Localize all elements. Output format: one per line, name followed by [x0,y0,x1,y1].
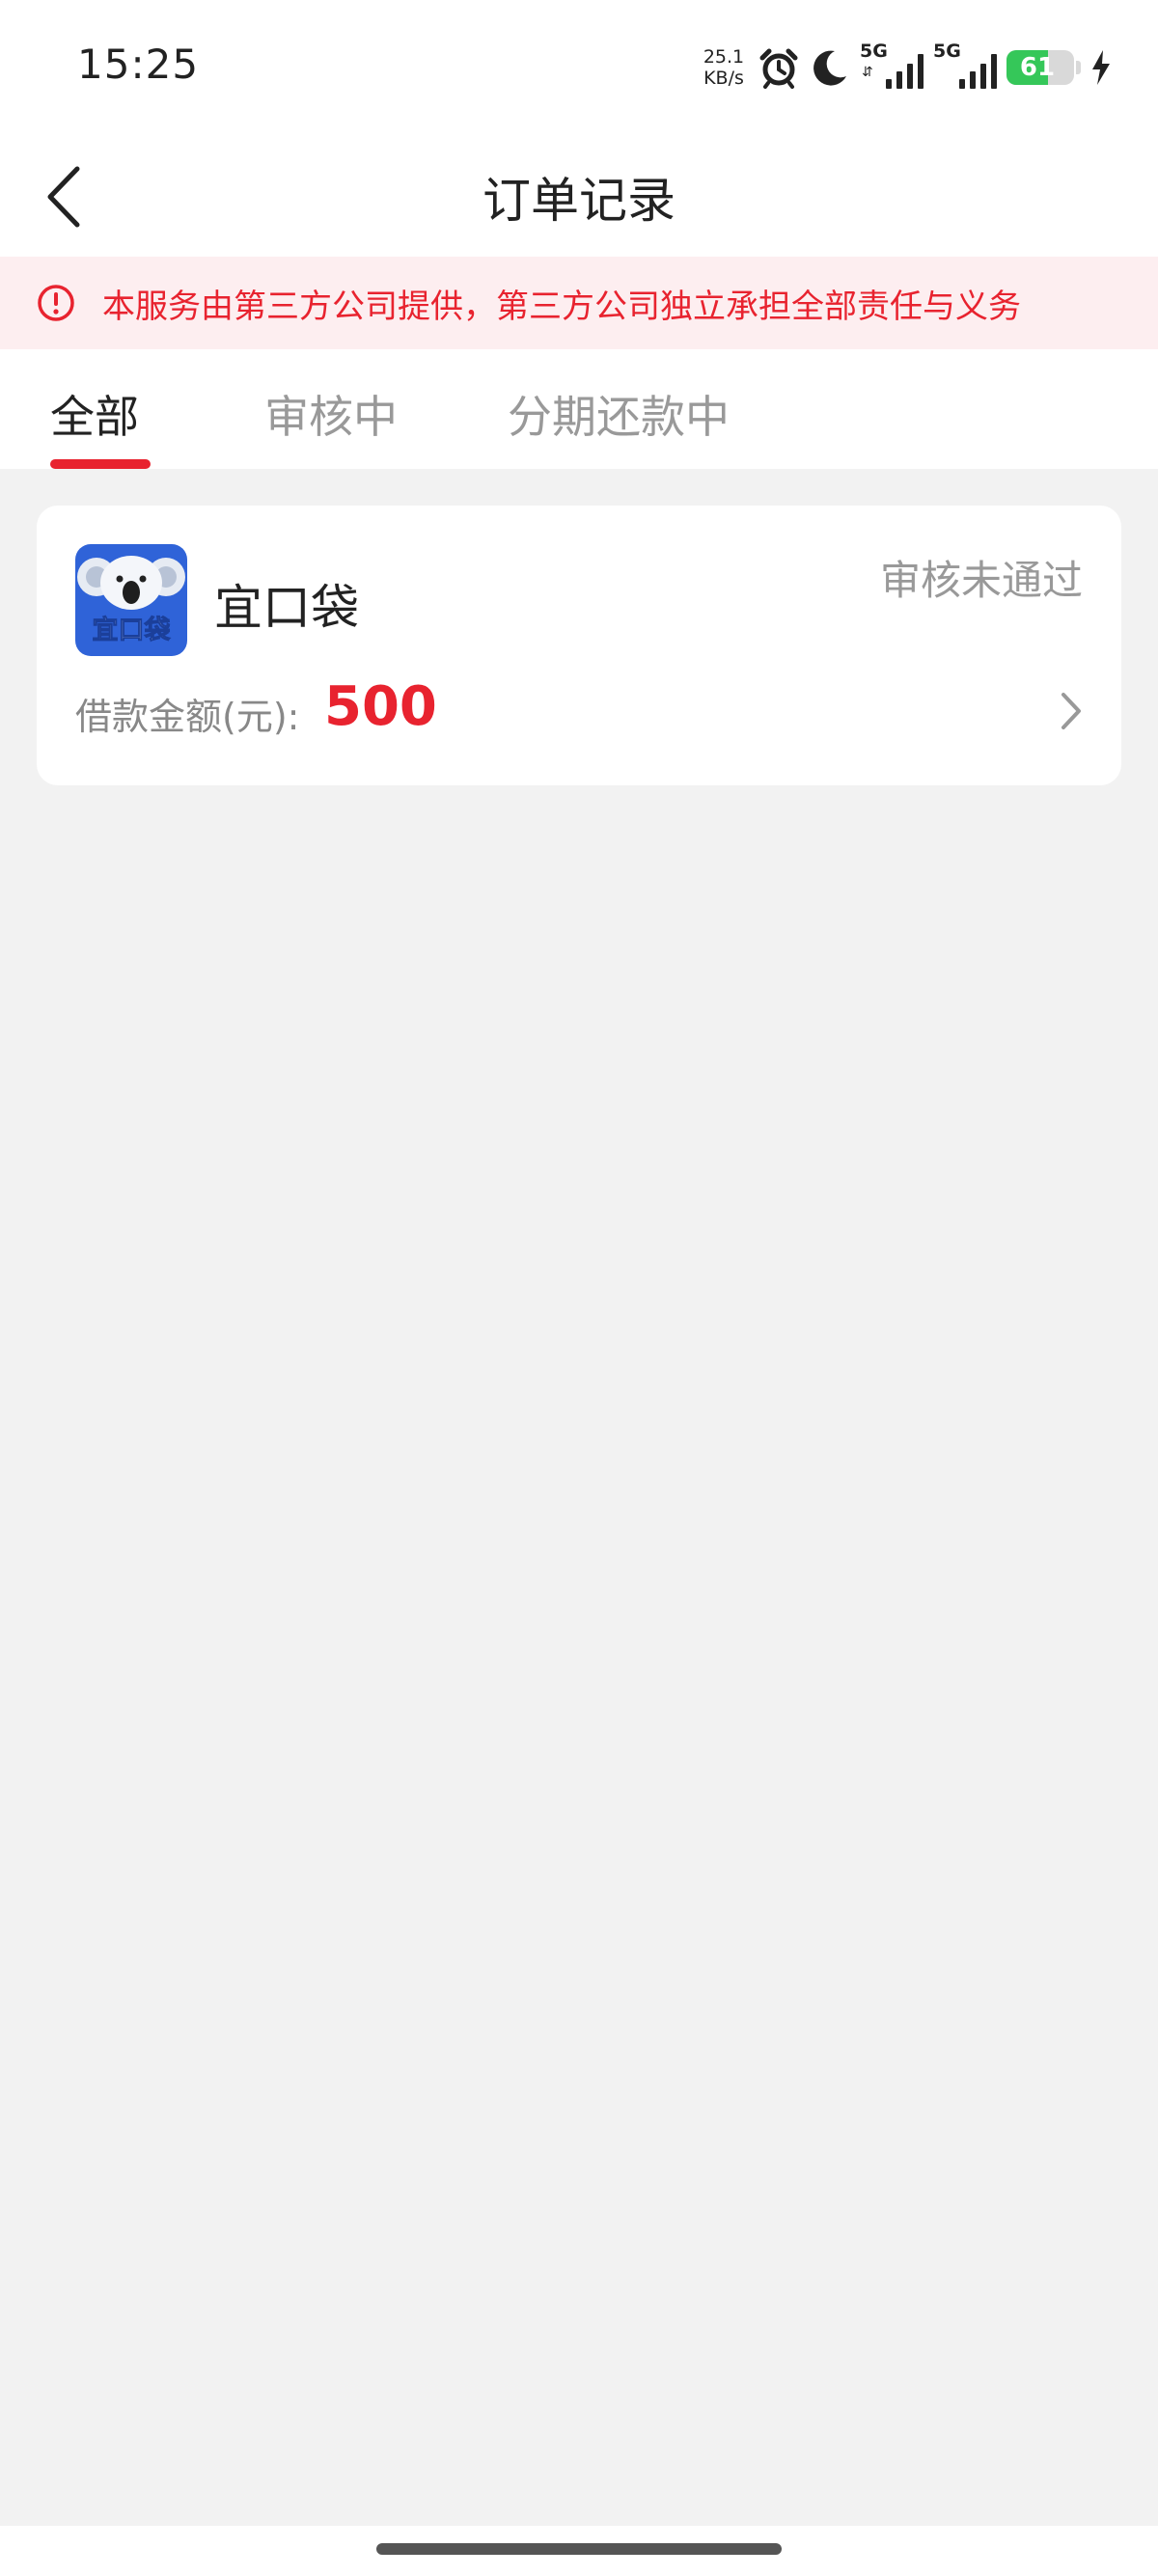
network-speed-unit: KB/s [703,68,744,89]
battery-tip [1076,61,1081,74]
order-tabs: 全部 审核中 分期还款中 [0,349,1158,469]
home-indicator[interactable] [376,2543,782,2555]
page-title: 订单记录 [482,173,676,229]
order-status: 审核未通过 [879,557,1083,604]
signal2-label: 5G [933,41,961,62]
alarm-icon [758,46,800,89]
loan-amount-label: 借款金额(元): [75,696,300,738]
cellular-signal-1-icon: 5G ⇵ [860,41,924,89]
lender-name: 宜口袋 [214,580,359,636]
battery-level: 61 [1019,53,1056,82]
loan-amount-value: 500 [324,675,437,738]
battery-icon: 61 [1006,50,1074,85]
status-time: 15:25 [77,41,200,88]
disclaimer-banner: 本服务由第三方公司提供，第三方公司独立承担全部责任与义务 [0,257,1158,349]
data-arrows-icon: ⇵ [862,65,873,80]
do-not-disturb-moon-icon [810,47,850,88]
tab-all[interactable]: 全部 [50,382,139,446]
active-tab-indicator [50,459,151,469]
chevron-right-icon [1062,693,1081,729]
status-bar: 15:25 25.1 KB/s 5G ⇵ 5G 61 [0,0,1158,135]
order-card[interactable]: 宜口袋 宜口袋 审核未通过 借款金额(元): 500 [37,506,1121,785]
status-icons: 25.1 KB/s 5G ⇵ 5G 61 [700,41,1112,93]
charging-bolt-icon [1090,50,1112,85]
app-logo-text: 宜口袋 [93,615,172,645]
signal1-label: 5G [860,41,888,62]
app-logo: 宜口袋 [75,544,187,656]
tab-installment-repayment[interactable]: 分期还款中 [508,382,730,446]
tab-under-review[interactable]: 审核中 [264,382,398,446]
alert-circle-icon [38,285,74,321]
disclaimer-text: 本服务由第三方公司提供，第三方公司独立承担全部责任与义务 [102,287,1021,326]
network-speed: 25.1 KB/s [700,46,748,89]
nav-bar: 订单记录 [0,135,1158,257]
cellular-signal-2-icon: 5G [933,41,997,89]
network-speed-value: 25.1 [703,46,745,68]
